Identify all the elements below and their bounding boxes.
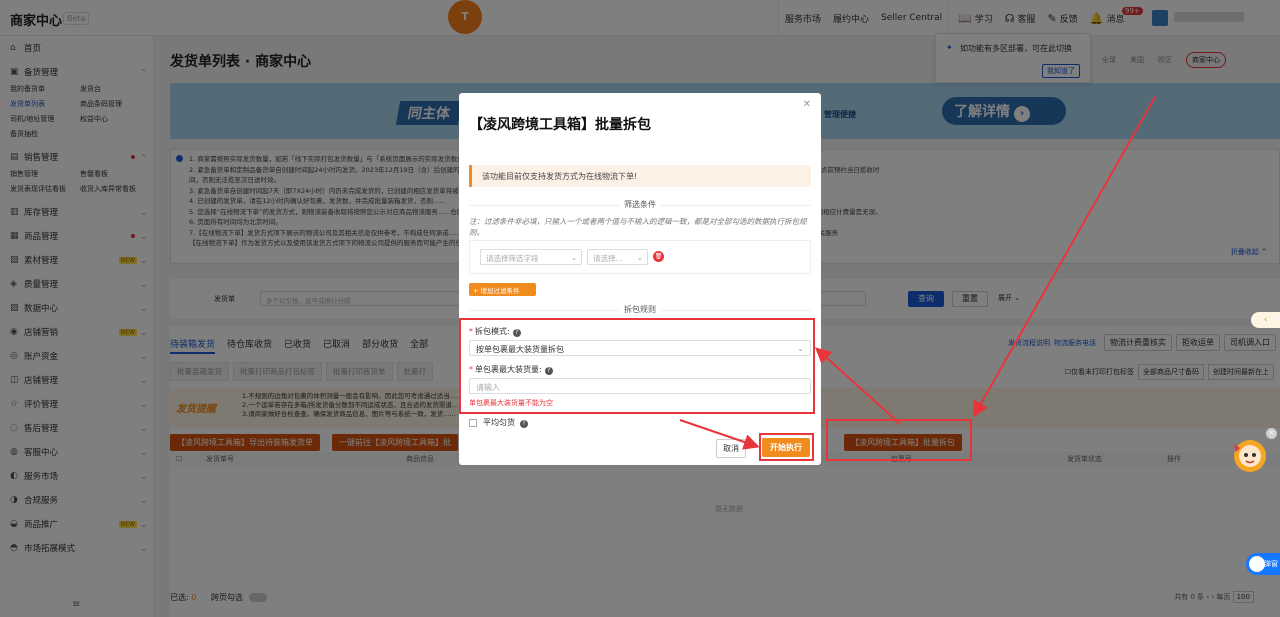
side-drawer-tab[interactable]: ‹ bbox=[1251, 312, 1280, 328]
chevron-down-icon: ⌄ bbox=[636, 253, 643, 262]
promo-close-icon[interactable]: ✕ bbox=[1266, 428, 1277, 439]
help-icon[interactable]: ? bbox=[544, 367, 553, 375]
even-distribute-option[interactable]: 平均匀货? bbox=[469, 417, 528, 428]
delete-condition-icon[interactable]: 🗑 bbox=[653, 251, 664, 262]
filter-value-select[interactable]: 请选择... ⌄ bbox=[587, 249, 648, 265]
floating-promo[interactable]: ✕ bbox=[1228, 428, 1277, 476]
filter-field-select[interactable]: 请选择筛选字段 ⌄ bbox=[480, 249, 582, 265]
rule-section-divider: 拆包规则 bbox=[469, 301, 811, 314]
max-qty-input[interactable]: 请输入 bbox=[469, 378, 811, 394]
required-mark: * bbox=[469, 327, 473, 336]
filter-note: 注：过滤条件非必填，只输入一个或者两个值与不输入的逻辑一致，都是对全部勾选的数据… bbox=[469, 217, 807, 237]
help-icon[interactable]: ? bbox=[520, 419, 528, 428]
modal-title: 【凌风跨境工具箱】批量拆包 bbox=[469, 117, 651, 133]
bulk-unpack-modal: ✕ 【凌风跨境工具箱】批量拆包 该功能目前仅支持发货方式为在线物流下单! 筛选条… bbox=[459, 93, 821, 465]
filter-section-title: 筛选条件 bbox=[620, 200, 660, 209]
help-icon-wrap: ? bbox=[517, 418, 528, 428]
unpack-mode-select[interactable]: 按单包裹最大装货量拆包 ⌄ bbox=[469, 340, 811, 356]
qty-label: * 单包裹最大装货量:? bbox=[469, 364, 553, 375]
mode-label: * 拆包模式:? bbox=[469, 326, 521, 337]
promo-mascot-icon bbox=[1234, 440, 1266, 472]
chevron-down-icon: ⌄ bbox=[570, 253, 577, 262]
filter-field-placeholder: 请选择筛选字段 bbox=[486, 254, 539, 263]
start-button[interactable]: 开始执行 bbox=[762, 438, 810, 457]
floating-chat[interactable]: 弹窗 bbox=[1246, 553, 1280, 575]
qty-label-text: 单包裹最大装货量: bbox=[475, 365, 542, 374]
rule-section-title: 拆包规则 bbox=[620, 305, 660, 314]
filter-section-divider: 筛选条件 bbox=[469, 196, 811, 209]
chevron-down-icon: ⌄ bbox=[797, 344, 804, 353]
chat-label: 弹窗 bbox=[1264, 560, 1278, 568]
chat-icon bbox=[1249, 556, 1265, 572]
filter-value-placeholder: 请选择... bbox=[593, 254, 623, 263]
required-mark: * bbox=[469, 365, 473, 374]
condition-row: 请选择筛选字段 ⌄ 请选择... ⌄ 🗑 bbox=[469, 240, 811, 274]
modal-warning: 该功能目前仅支持发货方式为在线物流下单! bbox=[469, 165, 811, 187]
help-icon[interactable]: ? bbox=[512, 329, 521, 337]
mode-label-text: 拆包模式: bbox=[475, 327, 510, 336]
qty-error-message: 单包裹最大装货量不能为空 bbox=[469, 399, 553, 407]
even-distribute-label: 平均匀货 bbox=[483, 418, 515, 427]
add-condition-button[interactable]: + 增加过滤条件 bbox=[469, 283, 536, 296]
close-icon[interactable]: ✕ bbox=[803, 99, 811, 110]
unpack-mode-value: 按单包裹最大装货量拆包 bbox=[476, 345, 564, 354]
even-distribute-checkbox[interactable] bbox=[469, 418, 477, 427]
cancel-button[interactable]: 取消 bbox=[716, 439, 746, 458]
